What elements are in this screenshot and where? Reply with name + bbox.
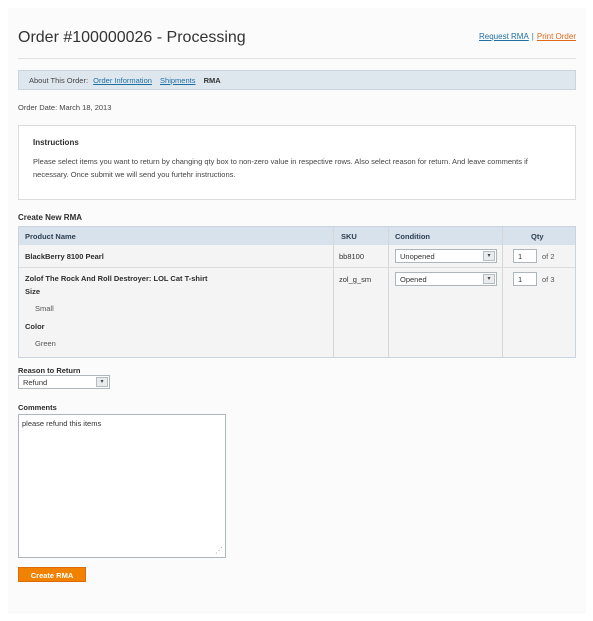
option-value-size: Small — [35, 304, 54, 313]
shipments-link[interactable]: Shipments — [160, 76, 195, 85]
row-divider — [19, 267, 575, 268]
chevron-down-icon: ▾ — [96, 377, 108, 387]
column-divider — [333, 227, 334, 357]
reason-value: Refund — [23, 378, 48, 387]
order-date: Order Date: March 18, 2013 — [18, 103, 112, 112]
resize-grip-icon[interactable]: ⋰ — [215, 546, 223, 555]
column-divider — [502, 227, 503, 357]
request-rma-link[interactable]: Request RMA — [479, 32, 529, 41]
column-qty: Qty — [531, 232, 544, 241]
condition-select[interactable]: Unopened ▾ — [395, 249, 497, 263]
instructions-box: Instructions Please select items you wan… — [18, 125, 576, 200]
about-order-bar: About This Order: Order Information Ship… — [18, 70, 576, 90]
product-sku: bb8100 — [339, 252, 365, 261]
product-sku: zol_g_sm — [339, 275, 372, 284]
product-name: Zolof The Rock And Roll Destroyer: LOL C… — [25, 274, 208, 283]
option-label-size: Size — [25, 287, 41, 296]
rma-current-tab: RMA — [203, 76, 221, 85]
reason-select[interactable]: Refund ▾ — [18, 375, 110, 389]
instructions-text: Please select items you want to return b… — [33, 157, 528, 179]
comments-textarea[interactable]: please refund this items ⋰ — [18, 414, 226, 558]
rma-items-table: Product Name SKU Condition Qty BlackBerr… — [18, 226, 576, 358]
instructions-title: Instructions — [33, 138, 79, 147]
condition-select[interactable]: Opened ▾ — [395, 272, 497, 286]
chevron-down-icon: ▾ — [483, 274, 495, 284]
reason-label: Reason to Return — [18, 366, 81, 375]
qty-max: of 2 — [542, 252, 555, 261]
title-row: Order #100000026 - Processing Request RM… — [18, 29, 576, 59]
print-order-link[interactable]: Print Order — [537, 32, 576, 41]
chevron-down-icon: ▾ — [483, 251, 495, 261]
condition-value: Opened — [400, 275, 427, 284]
column-divider — [388, 227, 389, 357]
link-separator: | — [531, 32, 534, 41]
option-value-color: Green — [35, 339, 56, 348]
create-rma-heading: Create New RMA — [18, 213, 83, 222]
order-information-link[interactable]: Order Information — [93, 76, 152, 85]
condition-value: Unopened — [400, 252, 435, 261]
page-container: Order #100000026 - Processing Request RM… — [8, 8, 586, 614]
column-sku: SKU — [341, 232, 357, 241]
qty-max: of 3 — [542, 275, 555, 284]
table-header: Product Name SKU Condition Qty — [19, 227, 575, 245]
option-label-color: Color — [25, 322, 45, 331]
column-product-name: Product Name — [25, 232, 76, 241]
comments-text: please refund this items — [22, 419, 102, 428]
product-name: BlackBerry 8100 Pearl — [25, 252, 104, 261]
column-condition: Condition — [395, 232, 430, 241]
comments-label: Comments — [18, 403, 57, 412]
qty-input[interactable]: 1 — [513, 249, 537, 263]
page-title: Order #100000026 - Processing — [18, 29, 246, 46]
about-label: About This Order: — [29, 76, 89, 85]
order-actions: Request RMA | Print Order — [479, 32, 576, 41]
qty-input[interactable]: 1 — [513, 272, 537, 286]
create-rma-button[interactable]: Create RMA — [18, 567, 86, 582]
